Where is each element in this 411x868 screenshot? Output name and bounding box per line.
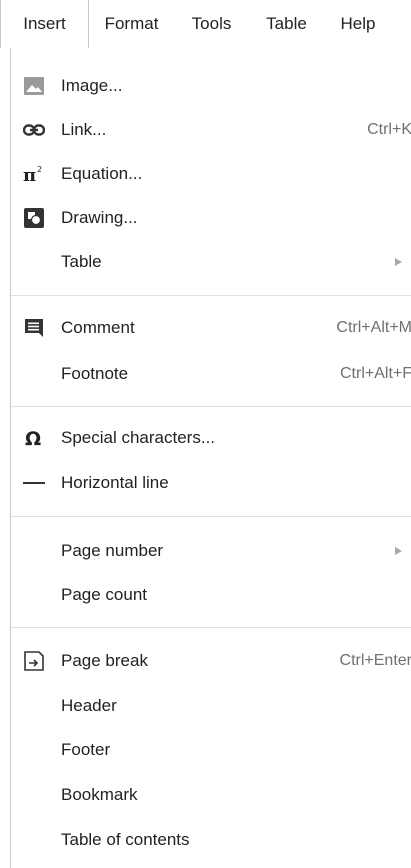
menu-item-label: Header (61, 696, 117, 715)
menu-item-bookmark[interactable]: Bookmark (11, 773, 411, 817)
menu-bar: Insert Format Tools Table Help (0, 0, 411, 48)
menu-item-label: Table of contents (61, 830, 190, 849)
comment-icon (23, 317, 45, 339)
menu-item-image[interactable]: Image... (11, 64, 411, 108)
menu-item-comment[interactable]: Comment Ctrl+Alt+M (11, 306, 411, 350)
menu-item-footer[interactable]: Footer (11, 728, 411, 772)
menu-item-page-count[interactable]: Page count (11, 573, 411, 617)
shortcut-label: Ctrl+K (367, 121, 411, 138)
menu-item-label: Table (61, 252, 102, 271)
shortcut-label: Ctrl+Alt+M (336, 319, 411, 336)
separator (11, 295, 411, 296)
shortcut-label: Ctrl+Alt+F (339, 365, 411, 382)
menu-item-label: Special characters... (61, 428, 216, 447)
menu-help[interactable]: Help (324, 0, 392, 47)
submenu-arrow-icon (395, 547, 402, 555)
menu-item-label: Page number (61, 541, 164, 560)
horizontal-line-icon (23, 472, 45, 494)
svg-text:Ω: Ω (25, 428, 41, 448)
menu-item-drawing[interactable]: Drawing... (11, 196, 411, 240)
menu-item-label: Page break (61, 651, 148, 670)
menu-item-equation[interactable]: π2 Equation... (11, 152, 411, 196)
menu-item-label: Image... (61, 76, 123, 95)
submenu-arrow-icon (395, 258, 402, 266)
menu-insert[interactable]: Insert (0, 0, 89, 48)
menu-item-label: Link... (61, 120, 107, 139)
menu-item-label: Bookmark (61, 785, 138, 804)
pi-icon: π2 (23, 163, 45, 185)
menu-item-label: Equation... (61, 164, 143, 183)
link-icon (23, 119, 45, 141)
svg-text:π: π (23, 165, 36, 184)
menu-item-label: Drawing... (61, 208, 138, 227)
menu-item-page-break[interactable]: Page break Ctrl+Enter (11, 639, 411, 683)
menu-item-special-characters[interactable]: Ω Special characters... (11, 416, 411, 460)
insert-dropdown-menu: Image... Link... Ctrl+K π2 Equation... D… (10, 47, 411, 868)
menu-item-label: Comment (61, 318, 135, 337)
menu-item-label: Footnote (61, 364, 129, 383)
menu-item-page-number[interactable]: Page number (11, 529, 411, 573)
omega-icon: Ω (23, 427, 45, 449)
menu-tools[interactable]: Tools (174, 0, 249, 47)
menu-item-footnote[interactable]: Footnote Ctrl+Alt+F (11, 352, 411, 396)
page-break-icon (23, 650, 45, 672)
separator (11, 516, 411, 517)
menu-item-table[interactable]: Table (11, 240, 411, 284)
menu-item-link[interactable]: Link... Ctrl+K (11, 108, 411, 152)
menu-item-horizontal-line[interactable]: Horizontal line (11, 461, 411, 505)
separator (11, 627, 411, 628)
svg-text:2: 2 (37, 165, 42, 174)
image-icon (23, 75, 45, 97)
shortcut-label: Ctrl+Enter (339, 652, 411, 669)
menu-format[interactable]: Format (89, 0, 174, 47)
menu-item-label: Footer (61, 740, 111, 759)
menu-item-label: Horizontal line (61, 473, 169, 492)
menu-item-table-of-contents[interactable]: Table of contents (11, 818, 411, 862)
separator (11, 406, 411, 407)
menu-item-header[interactable]: Header (11, 684, 411, 728)
drawing-icon (23, 207, 45, 229)
menu-table[interactable]: Table (249, 0, 324, 47)
menu-item-label: Page count (61, 585, 148, 604)
